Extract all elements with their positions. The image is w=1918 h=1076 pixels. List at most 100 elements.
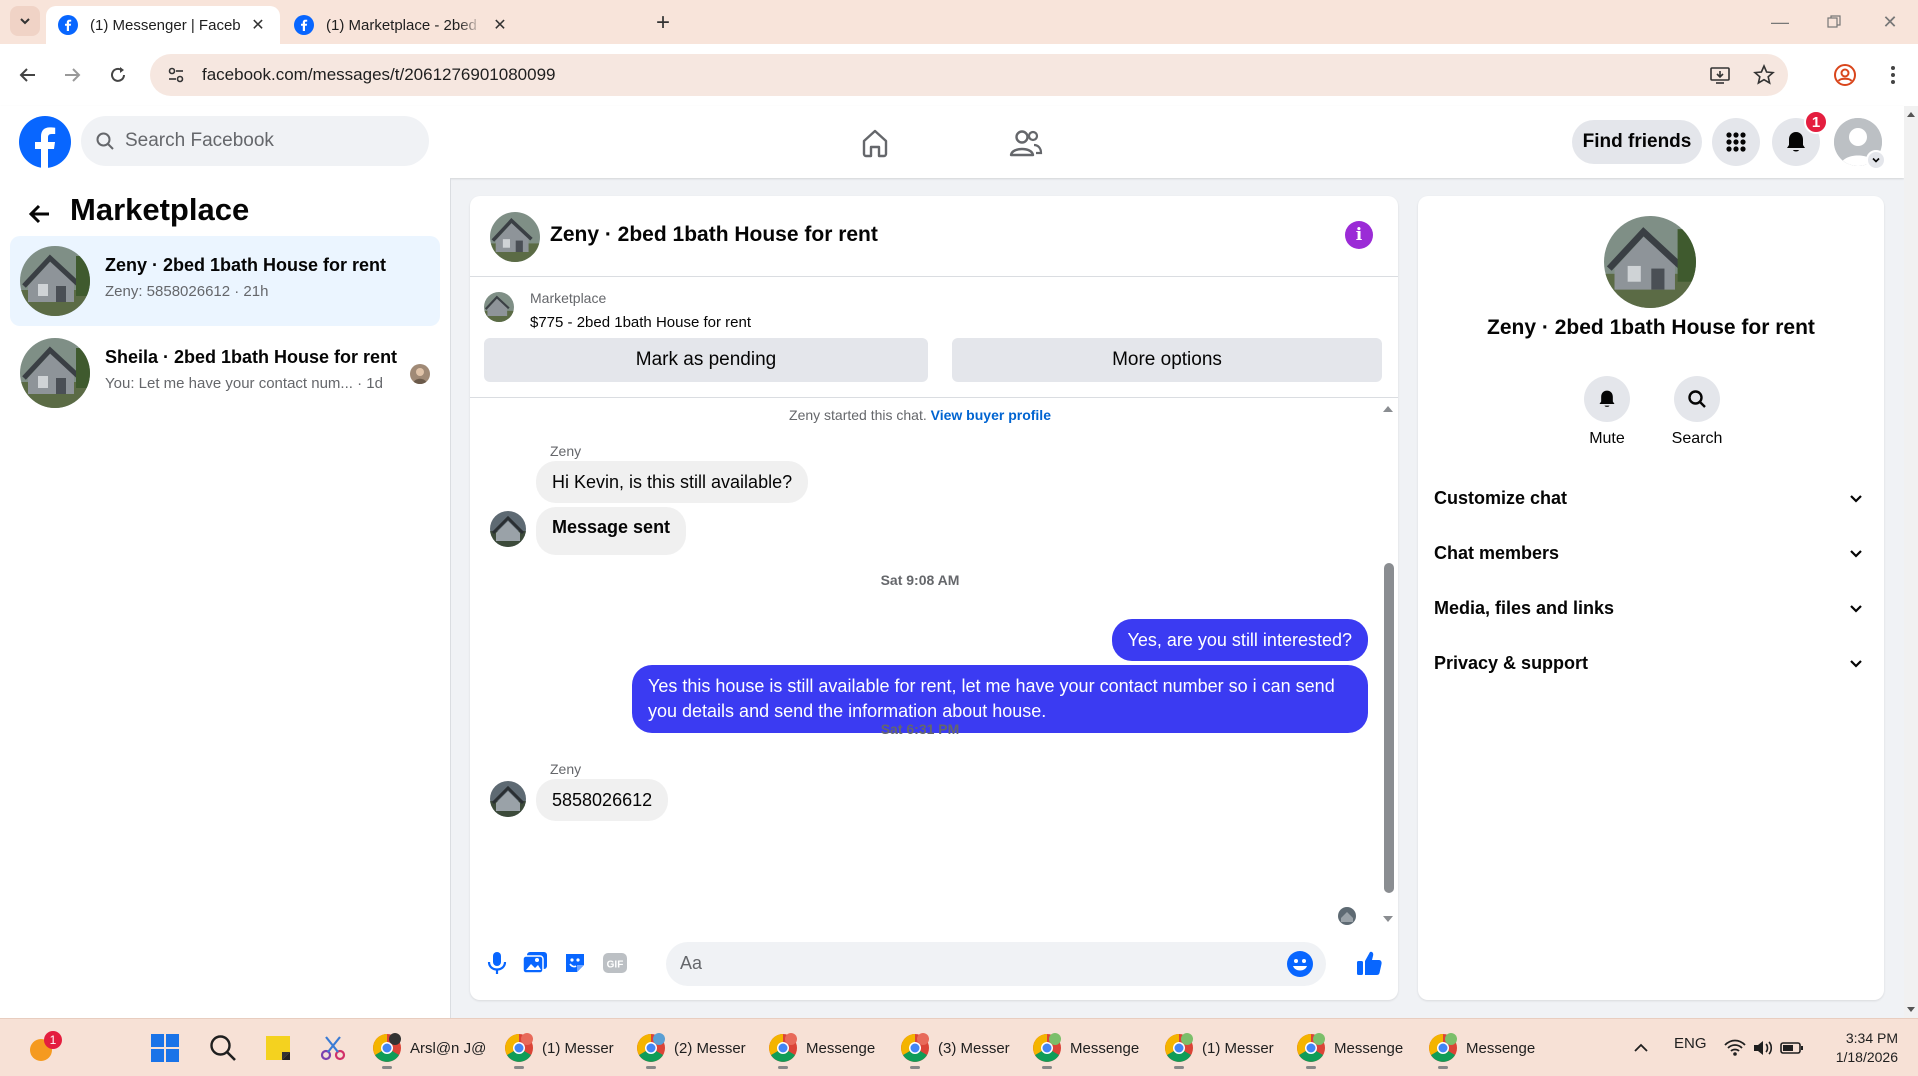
scroll-down-icon[interactable] xyxy=(1380,913,1396,925)
home-nav-icon[interactable] xyxy=(852,120,898,166)
microphone-icon[interactable] xyxy=(480,946,514,980)
close-tab-icon[interactable]: ✕ xyxy=(248,15,268,35)
taskbar-app[interactable]: Messenge xyxy=(1296,1027,1403,1069)
chat-title[interactable]: Zeny · 2bed 1bath House for rent xyxy=(550,223,878,247)
taskbar-app-label: Messenge xyxy=(1334,1039,1404,1057)
chat-members-section[interactable]: Chat members xyxy=(1434,531,1864,575)
bookmark-star-icon[interactable] xyxy=(1744,55,1784,95)
media-files-links-section[interactable]: Media, files and links xyxy=(1434,586,1864,630)
scroll-up-icon[interactable] xyxy=(1380,403,1396,415)
search-icon xyxy=(210,1035,236,1061)
account-caret-icon[interactable] xyxy=(1866,150,1886,170)
browser-profile-icon[interactable] xyxy=(1830,60,1860,90)
browser-tab-marketplace[interactable]: (1) Marketplace - 2bed 1bath H ✕ xyxy=(282,6,522,44)
snipping-tool-app[interactable] xyxy=(318,1027,348,1069)
read-receipt-avatar xyxy=(1338,907,1356,925)
taskbar-app[interactable]: (3) Messer xyxy=(900,1027,1010,1069)
notification-count-badge: 1 xyxy=(1804,110,1828,134)
minimize-window-icon[interactable]: — xyxy=(1760,8,1800,36)
search-in-conversation-button[interactable]: Search xyxy=(1652,376,1742,448)
taskbar-app[interactable]: (1) Messer xyxy=(504,1027,614,1069)
incoming-message[interactable]: Message sent xyxy=(536,507,687,555)
back-icon[interactable] xyxy=(12,59,44,91)
chrome-icon xyxy=(1296,1033,1326,1069)
browser-tab-messenger[interactable]: (1) Messenger | Facebook ✕ xyxy=(46,6,280,44)
incoming-message[interactable]: 5858026612 xyxy=(536,779,669,821)
windows-taskbar: 1 Arsl@n J@ (1) Messer (2) Messer Messen… xyxy=(0,1018,1918,1076)
gif-icon[interactable]: GIF xyxy=(598,946,632,980)
site-info-icon[interactable] xyxy=(156,55,196,95)
search-icon xyxy=(96,132,114,150)
taskbar-app[interactable]: Messenge xyxy=(1032,1027,1139,1069)
chevron-down-icon xyxy=(1850,660,1862,668)
taskbar-clock[interactable]: 3:34 PM 1/18/2026 xyxy=(1818,1029,1898,1067)
url-text: facebook.com/messages/t/2061276901080099 xyxy=(202,65,556,84)
sender-avatar[interactable] xyxy=(490,511,526,547)
restore-window-icon[interactable] xyxy=(1814,8,1854,36)
chat-scrollbar[interactable] xyxy=(1380,399,1396,927)
info-icon[interactable]: i xyxy=(1345,221,1373,249)
conversation-list-panel: Marketplace Zeny · 2bed 1bath House for … xyxy=(0,178,451,1018)
taskbar-search-button[interactable] xyxy=(208,1027,238,1069)
menu-grid-button[interactable] xyxy=(1712,118,1760,166)
reload-icon[interactable] xyxy=(102,59,134,91)
find-friends-button[interactable]: Find friends xyxy=(1572,120,1702,164)
page-scrollbar[interactable] xyxy=(1904,106,1918,1018)
chat-panel: Zeny · 2bed 1bath House for rent i Marke… xyxy=(470,196,1398,1000)
sender-avatar[interactable] xyxy=(490,781,526,817)
show-hidden-icons-button[interactable] xyxy=(1632,1027,1650,1069)
taskbar-app[interactable]: Messenge xyxy=(768,1027,875,1069)
clock-date: 1/18/2026 xyxy=(1835,1049,1898,1065)
close-tab-icon[interactable]: ✕ xyxy=(490,15,510,35)
mute-button[interactable]: Mute xyxy=(1562,376,1652,448)
chat-scrollbar-thumb[interactable] xyxy=(1384,563,1394,893)
start-button[interactable] xyxy=(150,1027,180,1069)
mark-as-pending-button[interactable]: Mark as pending xyxy=(484,338,928,382)
conversation-item[interactable]: Zeny · 2bed 1bath House for rent Zeny: 5… xyxy=(10,236,440,326)
address-bar[interactable]: facebook.com/messages/t/2061276901080099 xyxy=(150,54,1788,96)
browser-menu-icon[interactable] xyxy=(1878,60,1908,90)
forward-icon[interactable] xyxy=(56,59,88,91)
more-options-button[interactable]: More options xyxy=(952,338,1382,382)
tab-search-button[interactable] xyxy=(10,6,40,36)
chrome-icon xyxy=(900,1033,930,1069)
language-indicator[interactable]: ENG xyxy=(1674,1035,1707,1052)
outgoing-message[interactable]: Yes, are you still interested? xyxy=(1111,619,1368,661)
search-label: Search xyxy=(1671,430,1723,447)
taskbar-app[interactable]: (1) Messer xyxy=(1164,1027,1274,1069)
new-tab-button[interactable]: + xyxy=(650,9,676,36)
facebook-logo-icon[interactable] xyxy=(19,116,71,168)
close-window-icon[interactable]: ✕ xyxy=(1870,8,1910,36)
friends-nav-icon[interactable] xyxy=(1003,120,1049,166)
listing-price-title[interactable]: $775 - 2bed 1bath House for rent xyxy=(530,314,751,331)
sticker-icon[interactable] xyxy=(558,946,592,980)
chevron-down-icon xyxy=(1850,495,1862,503)
chat-avatar[interactable] xyxy=(490,212,540,262)
grid-menu-icon xyxy=(1726,132,1746,152)
emoji-icon[interactable] xyxy=(1286,950,1314,978)
view-buyer-profile-link[interactable]: View buyer profile xyxy=(931,407,1051,423)
install-app-icon[interactable] xyxy=(1700,55,1740,95)
message-input[interactable]: Aa xyxy=(666,942,1326,986)
taskbar-app[interactable]: (2) Messer xyxy=(636,1027,746,1069)
privacy-support-section[interactable]: Privacy & support xyxy=(1434,641,1864,685)
network-volume-battery[interactable] xyxy=(1724,1027,1804,1069)
conversation-item[interactable]: Sheila · 2bed 1bath House for rent You: … xyxy=(10,328,440,418)
thumbs-up-icon[interactable] xyxy=(1352,946,1386,980)
customize-chat-section[interactable]: Customize chat xyxy=(1434,476,1864,520)
listing-thumbnail[interactable] xyxy=(484,292,514,322)
conversation-avatar[interactable] xyxy=(1604,216,1696,308)
chrome-icon xyxy=(1032,1033,1062,1069)
photo-attach-icon[interactable] xyxy=(518,946,552,980)
sticky-notes-app[interactable] xyxy=(264,1027,292,1069)
taskbar-app[interactable]: Messenge xyxy=(1428,1027,1535,1069)
sticky-notes-icon xyxy=(266,1036,290,1060)
windows-start-icon xyxy=(151,1034,179,1062)
weather-widget[interactable]: 1 xyxy=(26,1027,62,1069)
taskbar-app[interactable]: Arsl@n J@ xyxy=(372,1027,486,1069)
incoming-message[interactable]: Hi Kevin, is this still available? xyxy=(536,461,809,503)
facebook-favicon-icon xyxy=(58,15,78,35)
taskbar-app-label: Messenge xyxy=(1466,1039,1536,1057)
facebook-search-box[interactable]: Search Facebook xyxy=(81,116,429,166)
back-arrow-icon[interactable] xyxy=(24,198,56,230)
